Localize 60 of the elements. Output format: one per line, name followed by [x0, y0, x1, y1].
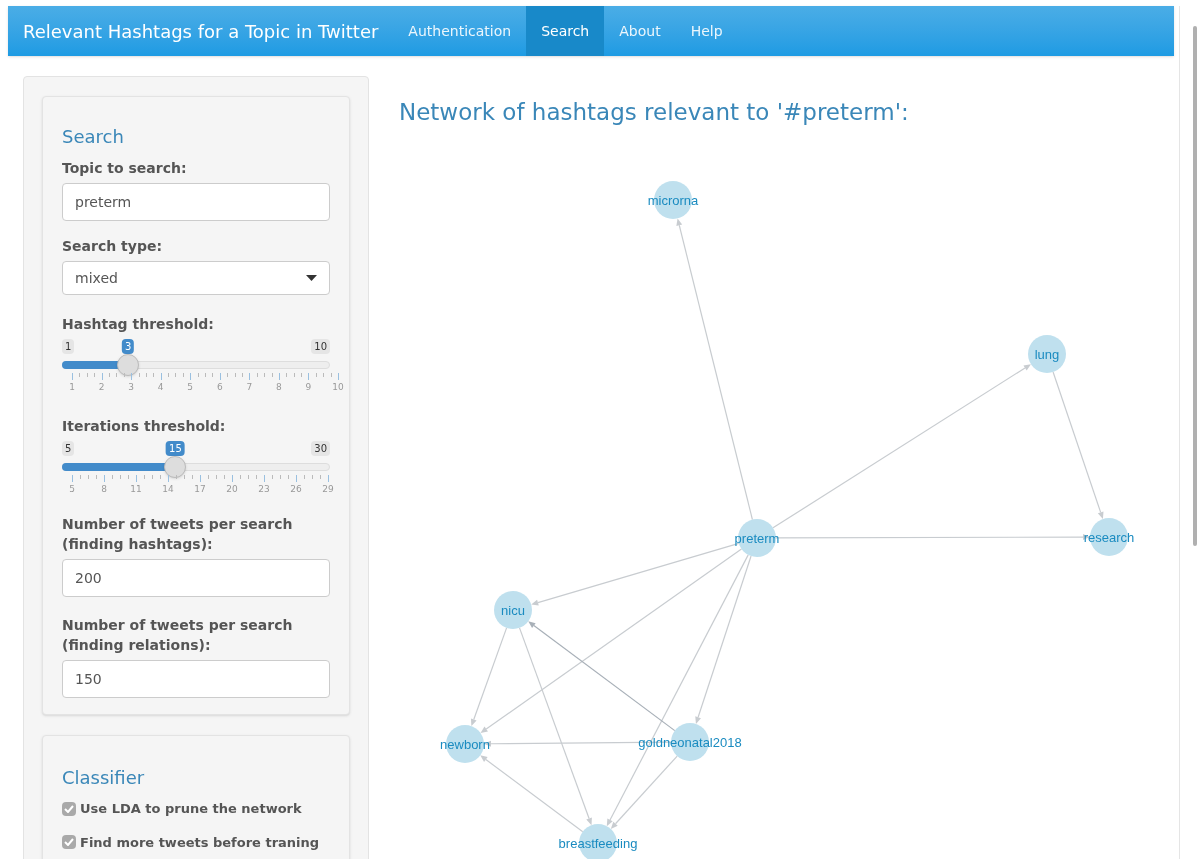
field-label: Number of tweets per search (finding hashtags): [62, 515, 294, 554]
app-title: Relevant Hashtags for a Topic in Twitter [22, 19, 380, 44]
min-value: 1 [62, 339, 75, 354]
slider-value: 3 [121, 339, 135, 354]
graph-node[interactable] [494, 590, 532, 629]
tick-label: 5 [187, 381, 194, 394]
caret-icon [306, 275, 317, 281]
tick-label: 14 [162, 483, 174, 496]
max-value: 10 [311, 339, 330, 354]
select-dropdown[interactable]: mixed [62, 261, 330, 295]
tick-label: 8 [276, 381, 282, 394]
tick-label: 5 [69, 483, 75, 496]
node-label: lung [1034, 346, 1060, 362]
nav-tab[interactable]: Search [526, 6, 605, 56]
field-label: Search type: [62, 237, 163, 256]
slider-handle[interactable] [117, 354, 140, 376]
slider[interactable] [62, 354, 330, 376]
tick-label: 11 [130, 483, 142, 496]
checkbox[interactable] [62, 801, 76, 816]
section-title: Classifier [62, 766, 146, 790]
tick-label: 17 [194, 483, 206, 496]
min-value: 5 [62, 441, 75, 456]
checkbox-label: Use LDA to prune the network [80, 800, 302, 818]
section-title: Search [62, 125, 125, 149]
page-heading: Network of hashtags relevant to '#preterm': [399, 98, 910, 127]
node-label: microrna [647, 192, 699, 208]
field-label: Number of tweets per search (finding relations): [62, 616, 294, 655]
checkbox[interactable] [62, 835, 76, 850]
node-label: nicu [501, 602, 525, 618]
tick-label: 4 [157, 381, 164, 394]
scrollbar[interactable] [1193, 26, 1197, 546]
node-label: breastfeeding [558, 835, 638, 851]
slider-value: 15 [166, 441, 185, 456]
checkbox-label: Find more tweets before traning [80, 833, 320, 852]
node-label: goldneonatal2018 [638, 734, 742, 750]
tick-label: 23 [258, 483, 270, 496]
field-label: Hashtag threshold: [62, 315, 215, 334]
field-label: Topic to search: [62, 159, 188, 178]
tick-label: 7 [246, 381, 253, 394]
tick-label: 20 [226, 483, 238, 496]
tick-label: 3 [128, 381, 134, 394]
tick-label: 6 [216, 381, 223, 394]
tick-label: 9 [305, 381, 312, 394]
tick-label: 29 [322, 483, 334, 496]
node-label: research [1083, 529, 1135, 545]
tick-label: 2 [98, 381, 105, 394]
slider-handle[interactable] [164, 456, 187, 478]
node-label: newborn [440, 736, 490, 752]
tick-label: 10 [332, 381, 344, 394]
tick-label: 1 [69, 381, 75, 394]
max-value: 30 [311, 441, 330, 456]
slider[interactable] [62, 456, 330, 478]
text-field[interactable]: 150 [62, 660, 330, 698]
tick-label: 26 [290, 483, 302, 496]
graph-node[interactable] [1028, 334, 1066, 373]
text-field[interactable]: 200 [62, 559, 330, 597]
tick-label: 8 [101, 483, 107, 496]
field-label: Iterations threshold: [62, 417, 227, 436]
text-field[interactable]: preterm [62, 183, 330, 221]
node-label: preterm [734, 530, 780, 546]
